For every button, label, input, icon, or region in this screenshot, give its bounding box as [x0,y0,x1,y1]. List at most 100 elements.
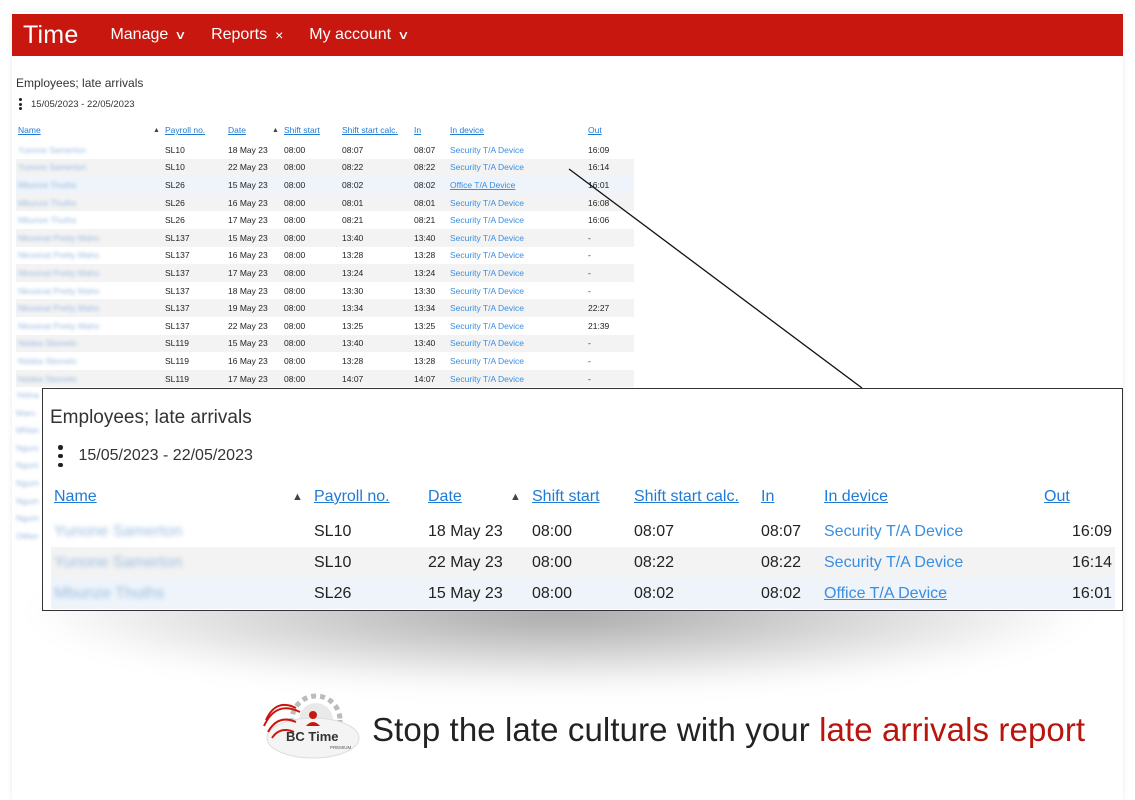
table-row[interactable]: Nkosinat Pretty Maho SL137 17 May 23 08:00 1… [16,264,634,282]
in-device-cell: Security T/A Device [821,516,1041,547]
in-device-link[interactable]: Security T/A Device [450,338,524,348]
spacer-cell [507,516,529,547]
col-date[interactable]: Date [226,122,270,141]
payroll-cell: SL26 [311,578,425,609]
table-row[interactable]: Yunone Samerton SL10 18 May 23 08:00 08:07 08… [16,141,634,159]
zoom-col-shift-start[interactable]: Shift start [529,485,631,516]
employee-name-link[interactable]: Yunone Samerton [54,523,182,540]
zoom-col-name[interactable]: Name [51,485,289,516]
chevron-down-icon: ∨ [397,28,410,42]
in-device-link[interactable]: Security T/A Device [824,523,963,540]
table-row[interactable]: Nkosinat Pretty Maho SL137 15 May 23 08:00 1… [16,228,634,247]
in-device-cell: Security T/A Device [448,334,586,353]
table-row[interactable]: Mbunze Thuths SL26 17 May 23 08:00 08:21 08:2… [16,211,634,229]
employee-name-link[interactable]: Mbunze Thuths [18,215,76,225]
spacer-cell [151,334,163,353]
table-row[interactable]: Nkosinat Pretty Maho SL137 18 May 23 08:00 1… [16,282,634,300]
zoom-table-row[interactable]: Yunone Samerton SL10 22 May 23 08:00 08:22 08… [51,547,1115,578]
in-cell: 13:28 [414,250,436,261]
in-device-link[interactable]: Security T/A Device [450,250,524,260]
shift-start-cell: 08:00 [284,144,306,155]
employee-name-link[interactable]: Ndaba Sbonelo [18,356,77,366]
close-icon[interactable]: × [275,27,283,43]
in-device-link[interactable]: Security T/A Device [450,215,524,225]
col-name[interactable]: Name [16,122,151,141]
kebab-menu-icon[interactable] [58,445,63,467]
kebab-menu-icon[interactable] [19,98,22,110]
out-cell: 16:14 [586,158,634,177]
employee-name-link[interactable]: Ndaba Sbonelo [18,374,77,384]
employee-name-link[interactable]: Yunone Samerton [18,145,86,155]
table-row[interactable]: Mbunze Thuths SL26 16 May 23 08:00 08:01 08:0… [16,193,634,212]
in-cell: 08:02 [758,578,821,609]
in-device-link[interactable]: Security T/A Device [450,356,524,366]
zoom-col-in[interactable]: In [758,485,821,516]
zoom-col-out[interactable]: Out [1041,485,1115,516]
employee-name-link[interactable]: Mbunze Thuths [18,180,76,190]
in-device-link[interactable]: Security T/A Device [450,268,524,278]
col-shift-start[interactable]: Shift start [282,122,340,141]
employee-name-link[interactable]: Nkosinat Pretty Maho [18,268,99,278]
sort-asc-icon[interactable]: ▲ [507,485,529,516]
zoom-col-shift-start-calc[interactable]: Shift start calc. [631,485,758,516]
in-device-link[interactable]: Security T/A Device [450,374,524,384]
in-device-link[interactable]: Security T/A Device [450,303,524,313]
table-row[interactable]: Ndaba Sbonelo SL119 17 May 23 08:00 14:07 14:… [16,369,634,388]
in-device-link[interactable]: Security T/A Device [450,145,524,155]
spacer-cell [270,193,282,212]
col-payroll[interactable]: Payroll no. [163,122,226,141]
employee-name-link[interactable]: Nkosinat Pretty Maho [18,321,99,331]
zoom-table-row[interactable]: Yunone Samerton SL10 18 May 23 08:00 08:07 08… [51,516,1115,547]
zoom-table-row[interactable]: Mbunze Thuths SL26 15 May 23 08:00 08:02 08:0… [51,578,1115,609]
table-row[interactable]: Mbunze Thuths SL26 15 May 23 08:00 08:02 08:0… [16,176,634,194]
sort-asc-icon[interactable]: ▲ [151,122,163,141]
nav-manage[interactable]: Manage ∨ [110,26,186,44]
table-row[interactable]: Ndaba Sbonelo SL119 16 May 23 08:00 13:28 13:… [16,352,634,370]
employee-name-link[interactable]: Mbunze Thuths [54,585,164,602]
in-cell: 08:21 [414,215,436,226]
employee-name-link[interactable]: Nkosinat Pretty Maho [18,250,99,260]
in-device-link[interactable]: Security T/A Device [450,233,524,243]
employee-name-link[interactable]: Nkosinat Pretty Maho [18,233,99,243]
table-row[interactable]: Nkosinat Pretty Maho SL137 16 May 23 08:00 1… [16,247,634,265]
logo-graphic: BC Time PREMIUM [263,693,360,759]
zoom-col-in-device[interactable]: In device [821,485,1041,516]
table-row[interactable]: Nkosinat Pretty Maho SL137 19 May 23 08:00 1… [16,299,634,317]
employee-name-link[interactable]: Nkosinat Pretty Maho [18,303,99,313]
col-shift-start-calc[interactable]: Shift start calc. [340,122,412,141]
in-device-link[interactable]: Office T/A Device [824,585,947,602]
in-device-link[interactable]: Security T/A Device [450,198,524,208]
in-cell: 08:22 [412,158,448,177]
employee-name-link[interactable]: Nkosinat Pretty Maho [18,286,99,296]
table-row[interactable]: Nkosinat Pretty Maho SL137 22 May 23 08:00 1… [16,317,634,335]
brand-title[interactable]: Time [23,21,78,50]
nav-my-account[interactable]: My account ∨ [309,26,410,44]
out-cell: 16:09 [588,144,610,155]
name-cell: Nkosinat Pretty Maho [16,282,151,300]
sort-asc-icon[interactable]: ▲ [289,485,311,516]
nav-reports[interactable]: Reports × [211,26,283,44]
employee-name-link[interactable]: Ndaba Sbonelo [18,338,77,348]
table-row[interactable]: Yunone Samerton SL10 22 May 23 08:00 08:22 08… [16,158,634,177]
employee-name-link[interactable]: Mbunze Thuths [18,198,76,208]
in-device-link[interactable]: Security T/A Device [450,286,524,296]
table-row[interactable]: Ndaba Sbonelo SL119 15 May 23 08:00 13:40 13:… [16,334,634,353]
spacer-cell [151,299,163,317]
col-in[interactable]: In [412,122,448,141]
employee-name-link[interactable]: Yunone Samerton [18,162,86,172]
zoom-col-date[interactable]: Date [425,485,507,516]
zoom-col-payroll[interactable]: Payroll no. [311,485,425,516]
employee-name-link[interactable]: Yunone Samerton [54,554,182,571]
col-in-device[interactable]: In device [448,122,586,141]
in-device-link[interactable]: Security T/A Device [824,554,963,571]
name-cell: Mbunze Thuths [16,176,151,194]
out-cell: - [588,285,591,296]
in-device-link[interactable]: Security T/A Device [450,321,524,331]
name-cell: Nkosinat Pretty Maho [16,247,151,265]
in-device-link[interactable]: Security T/A Device [450,162,524,172]
sort-asc-icon[interactable]: ▲ [270,122,282,141]
date-cell: 22 May 23 [228,320,268,331]
date-cell: 22 May 23 [226,158,270,177]
col-out[interactable]: Out [586,122,634,141]
in-device-link[interactable]: Office T/A Device [450,180,515,190]
